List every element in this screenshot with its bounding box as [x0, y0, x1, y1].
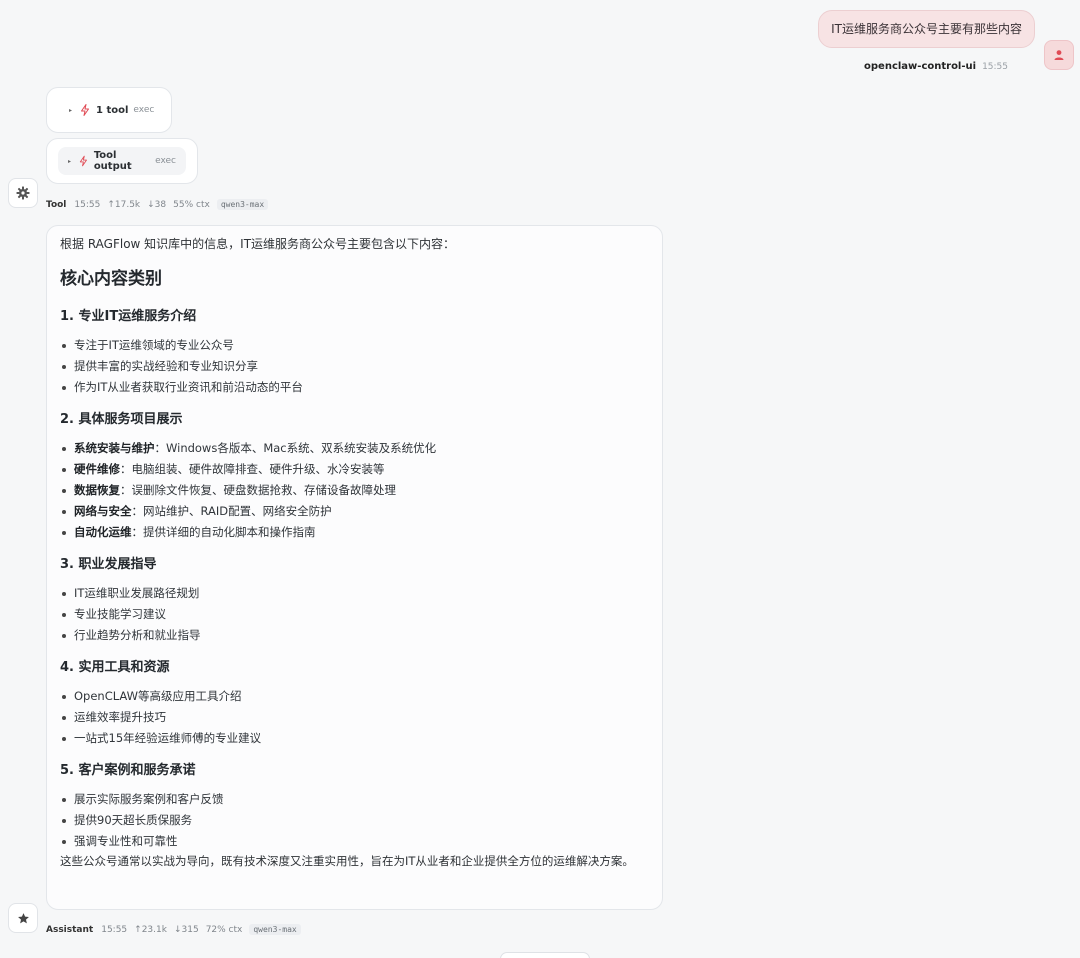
section: 4. 实用工具和资源 OpenCLAW等高级应用工具介绍 运维效率提升技巧一站式15…: [60, 658, 648, 749]
assistant-sections: 1. 专业IT运维服务介绍专注于IT运维领域的专业公众号提供丰富的实战经验和专业…: [60, 307, 648, 852]
list-item: 数据恢复：误删除文件恢复、硬盘数据抢救、存储设备故障处理: [60, 480, 648, 501]
gear-icon: [16, 186, 30, 200]
expand-triangle-icon[interactable]: ▸: [68, 158, 71, 165]
assistant-role-label: Assistant: [46, 924, 94, 935]
tool-tokens-in: ↑17.5k: [107, 199, 141, 210]
assistant-heading: 核心内容类别: [60, 269, 162, 289]
assistant-ctx: 72% ctx: [205, 924, 243, 935]
user-message-meta: openclaw-control-ui 15:55: [864, 61, 1008, 72]
list-item-text: OpenCLAW等高级应用工具介绍: [74, 689, 242, 703]
section: 1. 专业IT运维服务介绍专注于IT运维领域的专业公众号提供丰富的实战经验和专业…: [60, 307, 648, 398]
section-title: 1. 专业IT运维服务介绍: [60, 309, 197, 324]
list-item: 提供丰富的实战经验和专业知识分享: [60, 356, 648, 377]
section-title: 4. 实用工具和资源: [60, 660, 170, 675]
list-item: 提供90天超长质保服务: [60, 810, 648, 831]
bullet-list: OpenCLAW等高级应用工具介绍 运维效率提升技巧一站式15年经验运维师傅的专业…: [60, 686, 648, 749]
list-item: 专注于IT运维领域的专业公众号: [60, 335, 648, 356]
list-item: 强调专业性和可靠性: [60, 831, 648, 852]
list-item: 作为IT从业者获取行业资讯和前沿动态的平台: [60, 377, 648, 398]
user-message-time: 15:55: [982, 62, 1008, 72]
list-item-text: ：网站维护、RAID配置、网络安全防护: [131, 504, 332, 518]
list-item-text: ：Windows各版本、Mac系统、双系统安装及系统优化: [154, 441, 437, 455]
list-item-text: 专业技能学习建议: [74, 607, 166, 621]
bolt-icon: [79, 155, 87, 167]
star-icon: [17, 912, 29, 923]
list-item-text: 展示实际服务案例和客户反馈: [74, 792, 224, 806]
section-title: 2. 具体服务项目展示: [60, 412, 183, 427]
assistant-tokens-out: ↓315: [173, 924, 199, 935]
list-item: 自动化运维：提供详细的自动化脚本和操作指南: [60, 522, 648, 543]
assistant-model-chip: qwen3-max: [249, 924, 301, 935]
scroll-to-bottom-button[interactable]: [500, 952, 590, 958]
assistant-tokens-in: ↑23.1k: [134, 924, 167, 935]
assistant-avatar[interactable]: [8, 903, 38, 933]
list-item-text: ：电脑组装、硬件故障排查、硬件升级、水冷安装等: [120, 462, 385, 476]
bolt-icon: [81, 104, 90, 116]
tool-ctx: 55% ctx: [173, 199, 210, 210]
list-item-label: 数据恢复: [74, 483, 120, 497]
assistant-conclusion: 这些公众号通常以实战为导向，既有技术深度又注重实用性，旨在为IT从业者和企业提供…: [60, 854, 634, 868]
list-item-text: ：提供详细的自动化脚本和操作指南: [131, 525, 316, 539]
list-item-label: 自动化运维: [74, 525, 132, 539]
tool-avatar[interactable]: [8, 178, 38, 208]
tool-tokens-out: ↓38: [147, 199, 167, 210]
tool-call-card[interactable]: ▸ 1 tool exec: [46, 87, 172, 133]
bullet-list: 系统安装与维护：Windows各版本、Mac系统、双系统安装及系统优化 硬件维修：…: [60, 438, 648, 543]
assistant-time: 15:55: [101, 924, 128, 935]
list-item: 专业技能学习建议: [60, 604, 648, 625]
bullet-list: 专注于IT运维领域的专业公众号提供丰富的实战经验和专业知识分享作为IT从业者获取…: [60, 335, 648, 398]
tool-output-name: Tool output: [93, 150, 132, 172]
section: 5. 客户案例和服务承诺展示实际服务案例和客户反馈 提供90天超长质保服务 强调专业…: [60, 761, 648, 852]
list-item-text: ：误删除文件恢复、硬盘数据抢救、存储设备故障处理: [120, 483, 396, 497]
bullet-list: 展示实际服务案例和客户反馈 提供90天超长质保服务 强调专业性和可靠性: [60, 789, 648, 852]
list-item-text: IT运维职业发展路径规划: [74, 586, 200, 600]
list-item-text: 运维效率提升技巧: [74, 710, 166, 724]
tool-call-kind: exec: [133, 105, 155, 115]
section-title: 5. 客户案例和服务承诺: [60, 763, 196, 778]
list-item: 运维效率提升技巧: [60, 707, 648, 728]
assistant-intro: 根据 RAGFlow 知识库中的信息，IT运维服务商公众号主要包含以下内容：: [60, 237, 456, 251]
section: 2. 具体服务项目展示系统安装与维护：Windows各版本、Mac系统、双系统安…: [60, 410, 648, 543]
list-item: 展示实际服务案例和客户反馈: [60, 789, 648, 810]
list-item-text: 作为IT从业者获取行业资讯和前沿动态的平台: [74, 380, 303, 394]
list-item: 网络与安全：网站维护、RAID配置、网络安全防护: [60, 501, 648, 522]
list-item: 系统安装与维护：Windows各版本、Mac系统、双系统安装及系统优化: [60, 438, 648, 459]
list-item-label: 系统安装与维护: [74, 441, 155, 455]
list-item: 硬件维修：电脑组装、硬件故障排查、硬件升级、水冷安装等: [60, 459, 648, 480]
tool-output-kind: exec: [155, 156, 176, 166]
list-item-text: 提供丰富的实战经验和专业知识分享: [74, 359, 258, 373]
expand-triangle-icon[interactable]: ▸: [69, 107, 72, 114]
tool-meta-row: Tool 15:55 ↑17.5k ↓38 55% ctx qwen3-max: [46, 199, 269, 210]
user-avatar[interactable]: [1044, 40, 1074, 70]
tool-role-label: Tool: [46, 199, 67, 210]
tool-time: 15:55: [74, 199, 101, 210]
user-message-bubble: IT运维服务商公众号主要有那些内容: [818, 10, 1035, 48]
list-item: 一站式15年经验运维师傅的专业建议: [60, 728, 648, 749]
user-message-text: IT运维服务商公众号主要有那些内容: [831, 22, 1022, 36]
list-item-text: 专注于IT运维领域的专业公众号: [74, 338, 234, 352]
tool-output-toggle[interactable]: ▸ Tool output exec: [58, 147, 186, 175]
list-item: OpenCLAW等高级应用工具介绍: [60, 686, 648, 707]
tool-output-card: ▸ Tool output exec: [46, 138, 198, 184]
chat-view: IT运维服务商公众号主要有那些内容 openclaw-control-ui 15:…: [0, 0, 1080, 958]
list-item-label: 网络与安全: [74, 504, 132, 518]
assistant-message-bubble: 根据 RAGFlow 知识库中的信息，IT运维服务商公众号主要包含以下内容： 核…: [46, 225, 663, 910]
list-item-label: 硬件维修: [74, 462, 120, 476]
section: 3. 职业发展指导 IT运维职业发展路径规划 专业技能学习建议行业趋势分析和就业指导: [60, 555, 648, 646]
list-item-text: 提供90天超长质保服务: [74, 813, 193, 827]
list-item-text: 一站式15年经验运维师傅的专业建议: [74, 731, 262, 745]
tool-model-chip: qwen3-max: [216, 199, 269, 210]
list-item-text: 强调专业性和可靠性: [74, 834, 178, 848]
section-title: 3. 职业发展指导: [60, 557, 157, 572]
user-icon: [1054, 50, 1064, 60]
assistant-meta-row: Assistant 15:55 ↑23.1k ↓315 72% ctx qwen…: [46, 924, 301, 935]
tool-call-name: 1 tool: [96, 104, 129, 116]
list-item: IT运维职业发展路径规划: [60, 583, 648, 604]
list-item: 行业趋势分析和就业指导: [60, 625, 648, 646]
user-sender: openclaw-control-ui: [864, 61, 977, 72]
list-item-text: 行业趋势分析和就业指导: [74, 628, 201, 642]
bullet-list: IT运维职业发展路径规划 专业技能学习建议行业趋势分析和就业指导: [60, 583, 648, 646]
